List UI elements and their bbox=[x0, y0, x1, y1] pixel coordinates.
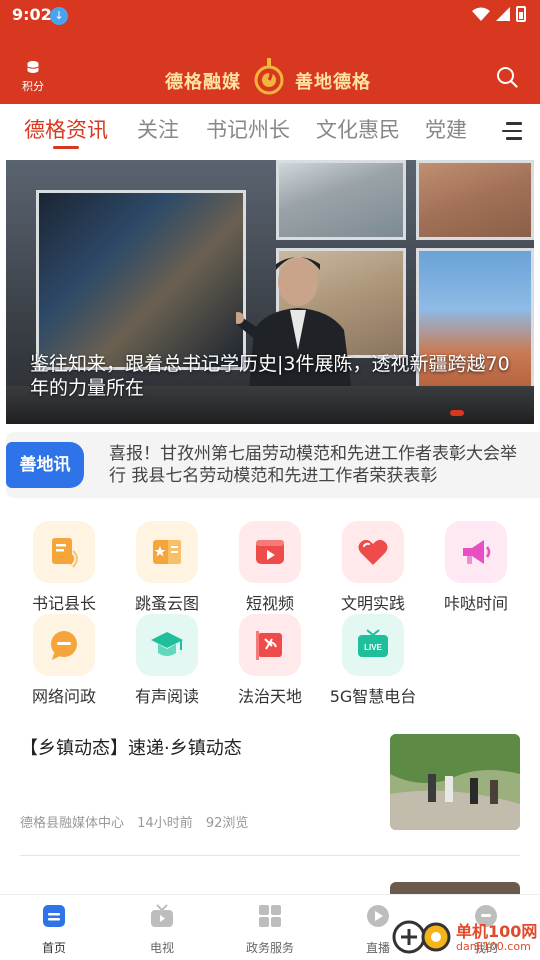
grid-label: 5G智慧电台 bbox=[329, 687, 417, 706]
grid-item-wangluowenzheng[interactable]: 网络问政 bbox=[12, 614, 116, 707]
download-icon: ↓ bbox=[50, 7, 68, 25]
battery-icon bbox=[516, 6, 526, 22]
nav-government-services[interactable]: 政务服务 bbox=[230, 903, 310, 956]
tab-degezixun[interactable]: 德格资讯 bbox=[24, 114, 108, 144]
grid-label: 法治天地 bbox=[237, 687, 302, 706]
grid-item-youshengyuedu[interactable]: 有声阅读 bbox=[115, 614, 219, 707]
nav-tv[interactable]: 电视 bbox=[122, 903, 202, 956]
nav-label: 电视 bbox=[149, 941, 174, 955]
grid-item-duanshipin[interactable]: 短视频 bbox=[218, 521, 322, 614]
tab-guanzhu[interactable]: 关注 bbox=[137, 114, 179, 144]
news-ticker[interactable]: 善地讯 喜报！甘孜州第七届劳动模范和先进工作者表彰大会举行 我县七名劳动模范和先… bbox=[6, 432, 540, 498]
tab-dangjian[interactable]: 党建 bbox=[425, 114, 467, 144]
grid-item-5g-radio[interactable]: LIVE 5G智慧电台 bbox=[321, 614, 425, 707]
news-meta: 德格县融媒体中心 14小时前 92浏览 bbox=[20, 812, 257, 831]
grid-item-kadashijian[interactable]: 咔哒时间 bbox=[424, 521, 528, 614]
wifi-icon bbox=[472, 7, 490, 21]
status-icons bbox=[472, 6, 526, 22]
brand-logo-icon bbox=[254, 58, 284, 95]
play-circle-icon bbox=[367, 905, 389, 927]
exhibit-photo bbox=[36, 190, 246, 370]
signal-icon bbox=[496, 7, 510, 21]
banner-caption: 鉴往知来，跟着总书记学历史|3件展陈，透视新疆跨越70年的力量所在 bbox=[30, 353, 510, 399]
grid-label: 咔哒时间 bbox=[443, 594, 508, 613]
tv-icon bbox=[151, 904, 173, 927]
news-title: 【乡镇动态】速递·乡镇动态 bbox=[20, 738, 242, 759]
nav-home[interactable]: 首页 bbox=[14, 903, 94, 956]
news-item[interactable]: 【乡镇动态】速递·乡镇动态 德格县融媒体中心 14小时前 92浏览 bbox=[20, 732, 520, 856]
grid-label: 短视频 bbox=[245, 594, 294, 613]
news-source: 德格县融媒体中心 bbox=[20, 816, 125, 831]
watermark-icon bbox=[392, 920, 451, 954]
grid-item-tiaozaoyuntu[interactable]: 跳蚤云图 bbox=[115, 521, 219, 614]
ticker-text: 喜报！甘孜州第七届劳动模范和先进工作者表彰大会举行 我县七名劳动模范和先进工作者… bbox=[109, 444, 517, 486]
app-screen: 9:02 ↓ 积分 德格融媒 善地德格 德格资讯 关注 书记州长 文化惠民 党建… bbox=[0, 0, 540, 960]
top-header: 9:02 ↓ 积分 德格融媒 善地德格 bbox=[0, 0, 540, 104]
news-views: 92浏览 bbox=[205, 816, 249, 831]
brand-right-text: 善地德格 bbox=[295, 72, 371, 93]
exhibit-photo bbox=[416, 160, 534, 240]
headline-banner[interactable]: 鉴往知来，跟着总书记学历史|3件展陈，透视新疆跨越70年的力量所在 bbox=[6, 160, 534, 424]
status-bar: 9:02 ↓ bbox=[0, 0, 540, 32]
brand-title: 德格融媒 善地德格 bbox=[0, 58, 540, 100]
watermark-url: danji100.com bbox=[456, 940, 531, 953]
star-book-icon bbox=[153, 540, 181, 564]
grid-label: 跳蚤云图 bbox=[134, 594, 199, 613]
news-time: 14小时前 bbox=[137, 816, 193, 831]
watermark-logo: 单机100网 danji100.com bbox=[392, 914, 540, 960]
live-tv-icon: LIVE bbox=[358, 629, 388, 657]
grid-item-wenmingshijian[interactable]: 文明实践 bbox=[321, 521, 425, 614]
brand-left-text: 德格融媒 bbox=[165, 72, 241, 93]
watermark-text: 单机100网 bbox=[456, 922, 538, 941]
nav-label: 政务服务 bbox=[245, 941, 294, 955]
ticker-tag: 善地讯 bbox=[6, 442, 84, 488]
grid-apps-icon bbox=[259, 905, 281, 927]
search-icon[interactable] bbox=[496, 66, 518, 88]
status-time: 9:02 bbox=[12, 5, 52, 24]
party-flag-icon bbox=[256, 631, 282, 660]
video-play-icon bbox=[256, 540, 284, 564]
nav-label: 首页 bbox=[41, 941, 66, 955]
grid-item-fazhitiandi[interactable]: 法治天地 bbox=[218, 614, 322, 707]
document-broadcast-icon bbox=[52, 538, 78, 568]
carousel-indicator bbox=[450, 410, 464, 416]
exhibit-photo bbox=[276, 160, 406, 240]
active-tab-indicator bbox=[53, 146, 79, 149]
chat-bubble-icon bbox=[51, 631, 77, 660]
grid-item-shujixianzhang[interactable]: 书记县长 bbox=[12, 521, 116, 614]
grid-label: 文明实践 bbox=[340, 594, 405, 613]
svg-text:LIVE: LIVE bbox=[364, 643, 382, 652]
grid-label: 书记县长 bbox=[31, 594, 96, 613]
grid-label: 有声阅读 bbox=[134, 687, 199, 706]
graduation-cap-icon bbox=[151, 632, 183, 656]
category-tabs: 德格资讯 关注 书记州长 文化惠民 党建 bbox=[0, 104, 540, 156]
tab-wenhuahuimin[interactable]: 文化惠民 bbox=[316, 114, 400, 144]
home-icon bbox=[43, 905, 65, 927]
grid-label: 网络问政 bbox=[31, 687, 96, 706]
megaphone-icon bbox=[463, 540, 491, 564]
heart-icon bbox=[358, 539, 388, 565]
news-thumbnail bbox=[390, 734, 520, 830]
more-tabs-menu-icon[interactable] bbox=[502, 122, 522, 140]
tab-shujizhouzhang[interactable]: 书记州长 bbox=[206, 114, 290, 144]
